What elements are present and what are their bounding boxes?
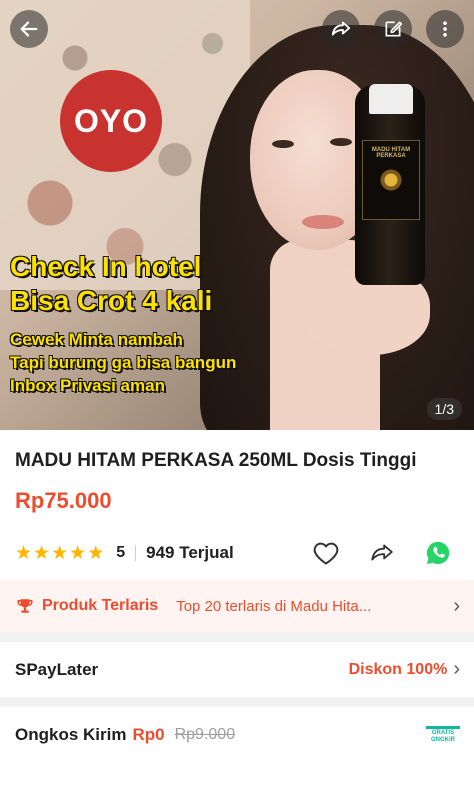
section-divider bbox=[0, 632, 474, 642]
heart-icon bbox=[313, 542, 339, 565]
more-icon bbox=[443, 21, 447, 37]
sold-count: 949 Terjual bbox=[146, 543, 234, 562]
shipping-label: Ongkos Kirim bbox=[15, 724, 127, 744]
share-button[interactable] bbox=[322, 10, 360, 48]
overlay-line: Bisa Crot 4 kali bbox=[10, 285, 213, 316]
trophy-icon bbox=[17, 599, 33, 613]
bee-icon bbox=[380, 169, 402, 191]
overlay-line: Check In hotel bbox=[10, 251, 202, 282]
star-icon: ★ bbox=[87, 542, 105, 564]
model-eye-right bbox=[330, 138, 352, 146]
shipping-row[interactable]: Ongkos Kirim Rp0 Rp9.000 GRATIS ONGKIR bbox=[0, 707, 474, 762]
oyo-logo: OYO bbox=[60, 70, 162, 172]
back-arrow-icon bbox=[20, 21, 38, 37]
more-button[interactable] bbox=[426, 10, 464, 48]
rating-value: 5 bbox=[116, 544, 126, 561]
whatsapp-share-button[interactable] bbox=[422, 538, 454, 568]
whatsapp-icon bbox=[426, 541, 450, 565]
section-divider bbox=[0, 697, 474, 707]
bestseller-label: Produk Terlaris bbox=[42, 597, 159, 614]
bottle-label: MADU HITAM PERKASA bbox=[362, 140, 420, 220]
star-icon: ★ bbox=[69, 542, 87, 564]
overlay-line: Tapi burung ga bisa bangun bbox=[10, 353, 237, 372]
model-lips bbox=[302, 215, 344, 229]
back-button[interactable] bbox=[10, 10, 48, 48]
product-price: Rp75.000 bbox=[15, 488, 112, 513]
rating-row: ★ ★ ★ ★ ★ 5 949 Terjual bbox=[15, 540, 458, 566]
paylater-row[interactable]: SPayLater Diskon 100% › bbox=[0, 642, 474, 697]
paylater-label: SPayLater bbox=[15, 659, 99, 679]
bestseller-detail: Top 20 terlaris di Madu Hita... bbox=[176, 597, 372, 615]
free-shipping-badge-line2: ONGKIR bbox=[431, 736, 455, 743]
image-counter: 1/3 bbox=[426, 398, 462, 420]
share-icon bbox=[371, 544, 393, 561]
overlay-line: Inbox Privasi aman bbox=[10, 376, 165, 395]
overlay-line: Cewek Minta nambah bbox=[10, 330, 183, 349]
model-eye-left bbox=[272, 140, 294, 148]
star-icon: ★ bbox=[33, 542, 51, 564]
rating-stars: ★ ★ ★ ★ ★ bbox=[15, 544, 104, 563]
star-icon: ★ bbox=[15, 542, 33, 564]
chevron-right-icon: › bbox=[453, 594, 460, 617]
oyo-logo-text: OYO bbox=[73, 102, 149, 139]
chevron-right-icon: › bbox=[453, 658, 460, 680]
shipping-old-price: Rp9.000 bbox=[174, 725, 236, 743]
divider bbox=[135, 545, 137, 561]
bottle-cap bbox=[369, 84, 413, 114]
promo-overlay-text: Check In hotel Bisa Crot 4 kali Cewek Mi… bbox=[10, 250, 310, 397]
free-shipping-badge-line1: GRATIS bbox=[431, 729, 455, 736]
product-image[interactable]: OYO MADU HITAM PERKASA Check In hotel Bi… bbox=[0, 0, 474, 430]
edit-button[interactable] bbox=[374, 10, 412, 48]
product-info: MADU HITAM PERKASA 250ML Dosis Tinggi Rp… bbox=[0, 430, 474, 566]
product-title: MADU HITAM PERKASA 250ML Dosis Tinggi bbox=[15, 450, 417, 471]
paylater-discount: Diskon 100% bbox=[348, 660, 448, 678]
share-icon bbox=[331, 21, 351, 36]
bottle-label-text: MADU HITAM PERKASA bbox=[371, 147, 411, 159]
star-icon: ★ bbox=[51, 542, 69, 564]
free-shipping-badge: GRATIS ONGKIR bbox=[426, 725, 460, 744]
like-button[interactable] bbox=[310, 538, 342, 568]
edit-icon bbox=[385, 21, 403, 37]
share-product-button[interactable] bbox=[366, 538, 398, 568]
paylater-right: Diskon 100% › bbox=[349, 658, 460, 681]
bestseller-banner[interactable]: Produk Terlaris Top 20 terlaris di Madu … bbox=[0, 580, 474, 632]
shipping-price: Rp0 bbox=[132, 724, 165, 744]
product-actions bbox=[310, 538, 458, 568]
